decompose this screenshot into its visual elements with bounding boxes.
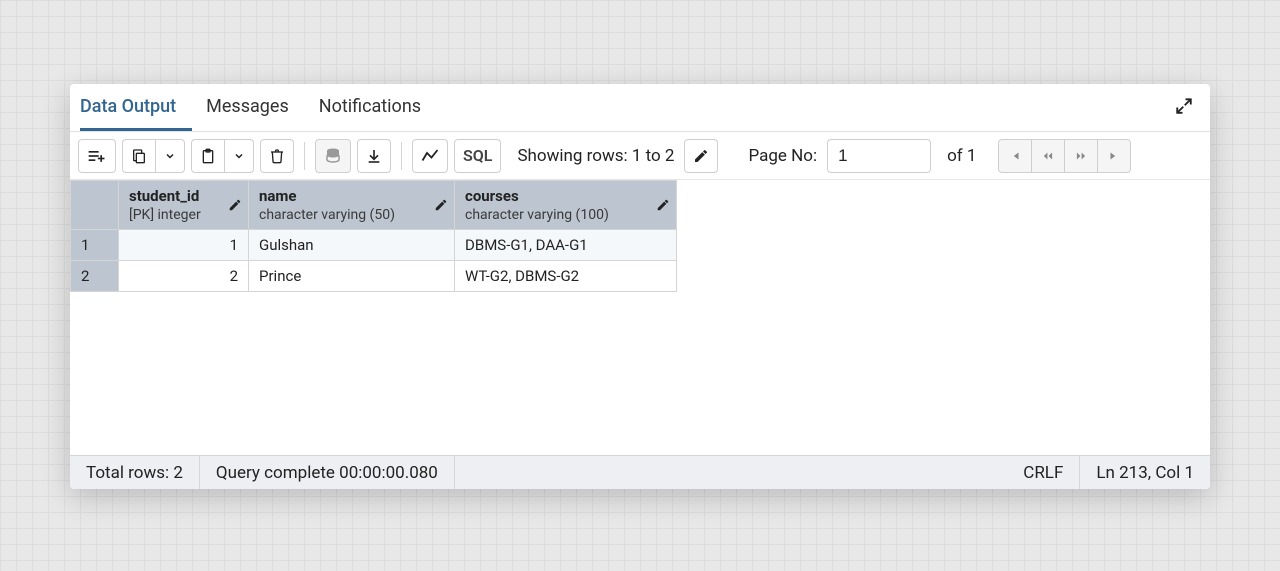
download-button[interactable]: [357, 139, 391, 173]
column-name: student_id: [129, 187, 240, 205]
toolbar-divider: [401, 142, 402, 170]
sql-button[interactable]: SQL: [454, 139, 501, 173]
copy-dropdown[interactable]: [155, 139, 185, 173]
paste-button[interactable]: [191, 139, 224, 173]
tab-data-output[interactable]: Data Output: [80, 84, 192, 131]
paste-dropdown[interactable]: [224, 139, 254, 173]
cell-student-id[interactable]: 2: [119, 261, 249, 292]
expand-panel-icon[interactable]: [1172, 94, 1196, 118]
prev-page-button[interactable]: [1031, 139, 1064, 173]
cell-student-id[interactable]: 1: [119, 230, 249, 261]
row-number-header[interactable]: [71, 181, 119, 230]
edit-rows-button[interactable]: [684, 139, 718, 173]
sql-label: SQL: [463, 146, 492, 165]
status-query-complete: Query complete 00:00:00.080: [200, 456, 455, 489]
add-row-button[interactable]: [78, 139, 116, 173]
last-page-button[interactable]: [1097, 139, 1131, 173]
next-page-button[interactable]: [1064, 139, 1097, 173]
column-header-name[interactable]: name character varying (50): [249, 181, 455, 230]
toolbar-divider: [304, 142, 305, 170]
column-type: character varying (50): [259, 207, 395, 223]
cell-name[interactable]: Gulshan: [249, 230, 455, 261]
table-row[interactable]: 1 1 Gulshan DBMS-G1, DAA-G1: [71, 230, 677, 261]
page-number-input[interactable]: [827, 139, 931, 173]
column-header-courses[interactable]: courses character varying (100): [455, 181, 677, 230]
status-eol[interactable]: CRLF: [1007, 456, 1080, 489]
tab-label: Notifications: [319, 96, 421, 117]
output-tab-bar: Data Output Messages Notifications: [70, 84, 1210, 132]
result-grid-area: student_id [PK] integer name character v…: [70, 180, 1210, 455]
query-result-panel: Data Output Messages Notifications: [70, 84, 1210, 489]
row-number[interactable]: 2: [71, 261, 119, 292]
cell-courses[interactable]: DBMS-G1, DAA-G1: [455, 230, 677, 261]
table-row[interactable]: 2 2 Prince WT-G2, DBMS-G2: [71, 261, 677, 292]
status-cursor: Ln 213, Col 1: [1080, 456, 1210, 489]
page-no-label: Page No:: [738, 146, 821, 166]
column-name: name: [259, 187, 446, 205]
tab-notifications[interactable]: Notifications: [319, 84, 437, 131]
pencil-icon[interactable]: [228, 198, 242, 212]
tab-label: Data Output: [80, 96, 176, 117]
column-name: courses: [465, 187, 668, 205]
tab-label: Messages: [206, 96, 289, 117]
status-bar: Total rows: 2 Query complete 00:00:00.08…: [70, 455, 1210, 489]
column-header-student-id[interactable]: student_id [PK] integer: [119, 181, 249, 230]
cell-name[interactable]: Prince: [249, 261, 455, 292]
column-type: character varying (100): [465, 207, 609, 223]
delete-button[interactable]: [260, 139, 294, 173]
pencil-icon[interactable]: [434, 198, 448, 212]
row-number[interactable]: 1: [71, 230, 119, 261]
result-toolbar: SQL Showing rows: 1 to 2 Page No: of 1: [70, 132, 1210, 180]
copy-button[interactable]: [122, 139, 155, 173]
first-page-button[interactable]: [998, 139, 1031, 173]
rows-showing-text: Showing rows: 1 to 2: [507, 146, 678, 166]
status-total-rows: Total rows: 2: [70, 456, 200, 489]
cell-courses[interactable]: WT-G2, DBMS-G2: [455, 261, 677, 292]
pencil-icon[interactable]: [656, 198, 670, 212]
graph-button[interactable]: [412, 139, 448, 173]
result-grid: student_id [PK] integer name character v…: [70, 180, 677, 292]
tab-messages[interactable]: Messages: [206, 84, 305, 131]
column-type: [PK] integer: [129, 207, 201, 223]
save-data-button[interactable]: [315, 139, 351, 173]
page-total-text: of 1: [937, 146, 980, 166]
